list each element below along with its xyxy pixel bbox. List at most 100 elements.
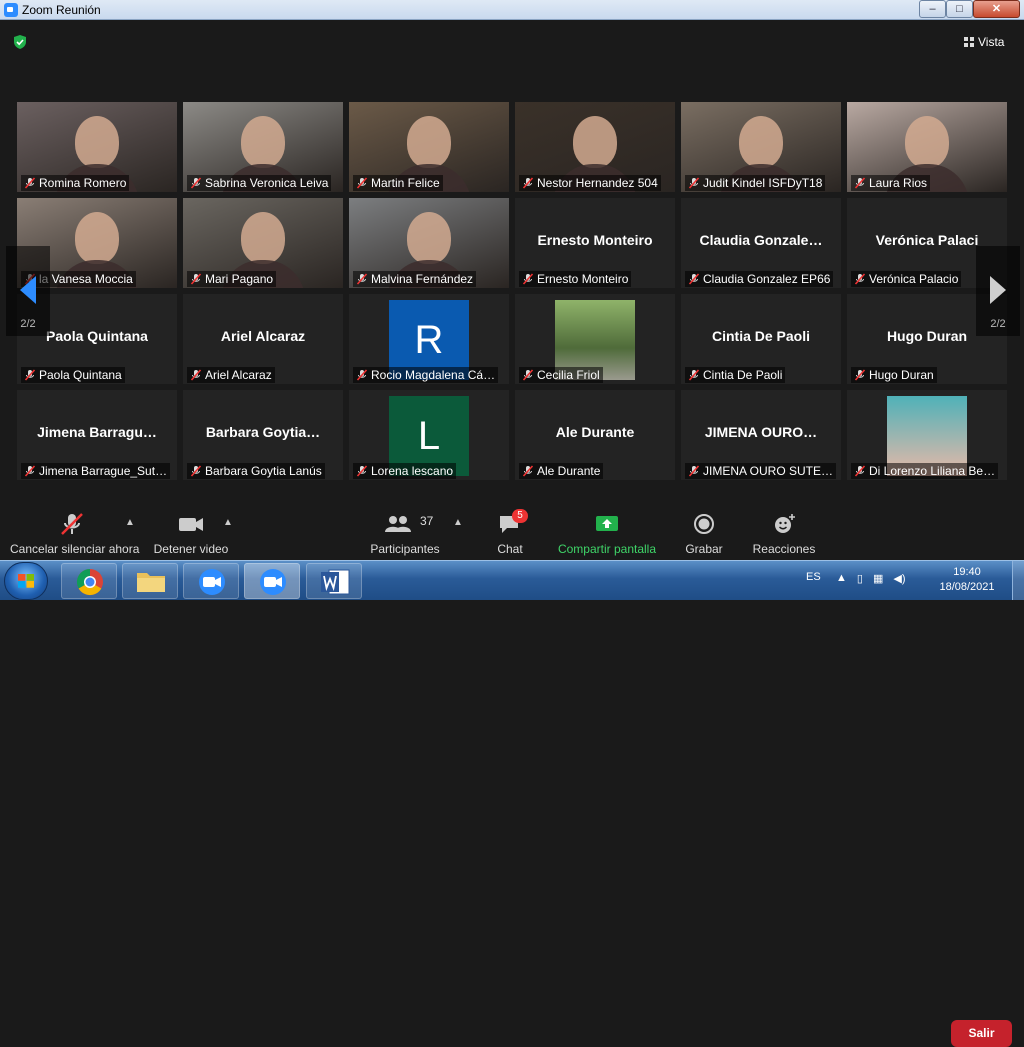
word-icon	[321, 569, 350, 595]
participants-chevron-icon[interactable]: ▲	[453, 517, 463, 528]
system-tray: ▲ ▯ ▦ ◀)	[836, 572, 905, 585]
record-button[interactable]: Grabar	[682, 512, 726, 556]
clock-time: 19:40	[953, 566, 981, 578]
participant-name-label: Malvina Fernández	[353, 271, 477, 287]
taskbar-clock[interactable]: 19:40 18/08/2021	[932, 565, 1002, 595]
taskbar-file-explorer[interactable]	[122, 563, 178, 599]
muted-mic-icon	[688, 273, 700, 285]
device-icon[interactable]: ▯	[857, 572, 863, 585]
participant-name-label: Barbara Goytia Lanús	[187, 463, 325, 479]
participants-count: 37	[420, 514, 434, 528]
participant-tile[interactable]: Claudia Gonzale… Claudia Gonzalez EP66	[681, 198, 841, 288]
muted-mic-icon	[688, 177, 700, 189]
video-options-chevron-icon[interactable]: ▲	[223, 517, 233, 528]
taskbar-word[interactable]	[306, 563, 362, 599]
participant-name: Di Lorenzo Liliana Be…	[869, 464, 996, 478]
view-button[interactable]: Vista	[964, 34, 1004, 50]
stop-video-button[interactable]: Detener video	[150, 512, 232, 556]
participant-tile[interactable]: Barbara Goytia… Barbara Goytia Lanús	[183, 390, 343, 480]
muted-mic-icon	[356, 369, 368, 381]
participant-name-label: Nestor Hernandez 504	[519, 175, 661, 191]
participant-tile[interactable]: Judit Kindel ISFDyT18	[681, 102, 841, 192]
participant-display-name: Jimena Barragu…	[37, 424, 157, 440]
muted-mic-icon	[522, 465, 534, 477]
participant-silhouette	[241, 212, 285, 264]
participant-tile[interactable]: R Rocio Magdalena Cá…	[349, 294, 509, 384]
taskbar-chrome[interactable]	[61, 563, 117, 599]
minimize-button[interactable]: –	[919, 0, 946, 18]
participant-name-label: Ale Durante	[519, 463, 604, 479]
previous-page-button[interactable]: 2/2	[6, 246, 50, 336]
participant-tile[interactable]: Mari Pagano	[183, 198, 343, 288]
participant-name: Jimena Barrague_Sut…	[39, 464, 168, 478]
show-hidden-icons-chevron-icon[interactable]: ▲	[836, 572, 847, 585]
title-bar: Zoom Reunión – □ ✕	[0, 0, 1024, 20]
zoom-app-icon	[4, 3, 18, 17]
chat-label: Chat	[497, 542, 523, 556]
participant-name-label: Hugo Duran	[851, 367, 937, 383]
participant-tile[interactable]: JIMENA OURO… JIMENA OURO SUTE…	[681, 390, 841, 480]
participants-button[interactable]: 37 Participantes	[368, 512, 442, 556]
participant-name: Claudia Gonzalez EP66	[703, 272, 831, 286]
participant-tile[interactable]: Ariel Alcaraz Ariel Alcaraz	[183, 294, 343, 384]
taskbar-zoom-2[interactable]	[244, 563, 300, 599]
participant-tile[interactable]: Laura Rios	[847, 102, 1007, 192]
participant-name-label: Judit Kindel ISFDyT18	[685, 175, 826, 191]
leave-meeting-button[interactable]: Salir	[951, 1020, 1012, 1047]
start-button[interactable]	[4, 562, 48, 600]
grid-view-icon	[964, 37, 974, 47]
participant-tile[interactable]: Ernesto Monteiro Ernesto Monteiro	[515, 198, 675, 288]
participant-display-name: Ernesto Monteiro	[537, 232, 653, 248]
participant-tile[interactable]: Martin Felice	[349, 102, 509, 192]
participant-tile[interactable]: L Lorena lescano	[349, 390, 509, 480]
participant-name-label: Mari Pagano	[187, 271, 277, 287]
muted-mic-icon	[854, 369, 866, 381]
participant-name-label: Cecilia Friol	[519, 367, 603, 383]
close-button[interactable]: ✕	[973, 0, 1020, 18]
next-page-button[interactable]: 2/2	[976, 246, 1020, 336]
participant-name: Hugo Duran	[869, 368, 934, 382]
network-icon[interactable]: ▦	[873, 572, 883, 585]
chrome-icon	[76, 568, 103, 596]
reactions-button[interactable]: Reacciones	[752, 512, 816, 556]
participant-name: Rocio Magdalena Cá…	[371, 368, 496, 382]
participant-name-label: Ernesto Monteiro	[519, 271, 632, 287]
participant-tile[interactable]: Cintia De Paoli Cintia De Paoli	[681, 294, 841, 384]
taskbar-zoom-1[interactable]	[183, 563, 239, 599]
participant-tile[interactable]: Nestor Hernandez 504	[515, 102, 675, 192]
participant-tile[interactable]: Jimena Barragu… Jimena Barrague_Sut…	[17, 390, 177, 480]
participant-silhouette	[739, 116, 783, 168]
participant-name-label: Laura Rios	[851, 175, 931, 191]
muted-mic-icon	[61, 513, 83, 535]
participant-tile[interactable]: Romina Romero	[17, 102, 177, 192]
participant-name: Judit Kindel ISFDyT18	[703, 176, 823, 190]
muted-mic-icon	[356, 273, 368, 285]
participant-name-label: Claudia Gonzalez EP66	[685, 271, 834, 287]
unmute-button[interactable]: Cancelar silenciar ahora	[10, 512, 140, 556]
participant-name: Laura Rios	[869, 176, 928, 190]
participant-name: Lorena lescano	[371, 464, 454, 478]
clock-date: 18/08/2021	[939, 581, 995, 593]
audio-options-chevron-icon[interactable]: ▲	[125, 517, 135, 528]
security-shield-icon[interactable]	[12, 34, 28, 50]
left-arrow-icon	[20, 276, 36, 304]
unmute-label: Cancelar silenciar ahora	[10, 542, 140, 556]
muted-mic-icon	[854, 465, 866, 477]
share-screen-button[interactable]: Compartir pantalla	[556, 512, 658, 556]
participant-silhouette	[407, 212, 451, 264]
muted-mic-icon	[356, 465, 368, 477]
participant-name-label: Di Lorenzo Liliana Be…	[851, 463, 999, 479]
participant-display-name: Cintia De Paoli	[711, 328, 811, 344]
record-icon	[694, 514, 714, 534]
participant-tile[interactable]: Sabrina Veronica Leiva	[183, 102, 343, 192]
participant-tile[interactable]: Cecilia Friol	[515, 294, 675, 384]
participant-tile[interactable]: Di Lorenzo Liliana Be…	[847, 390, 1007, 480]
participant-tile[interactable]: Malvina Fernández	[349, 198, 509, 288]
participant-silhouette	[905, 116, 949, 168]
language-indicator[interactable]: ES	[806, 571, 821, 583]
volume-icon[interactable]: ◀)	[893, 572, 905, 585]
maximize-button[interactable]: □	[946, 0, 973, 18]
participant-tile[interactable]: Ale Durante Ale Durante	[515, 390, 675, 480]
show-desktop-button[interactable]	[1012, 561, 1024, 600]
muted-mic-icon	[24, 177, 36, 189]
